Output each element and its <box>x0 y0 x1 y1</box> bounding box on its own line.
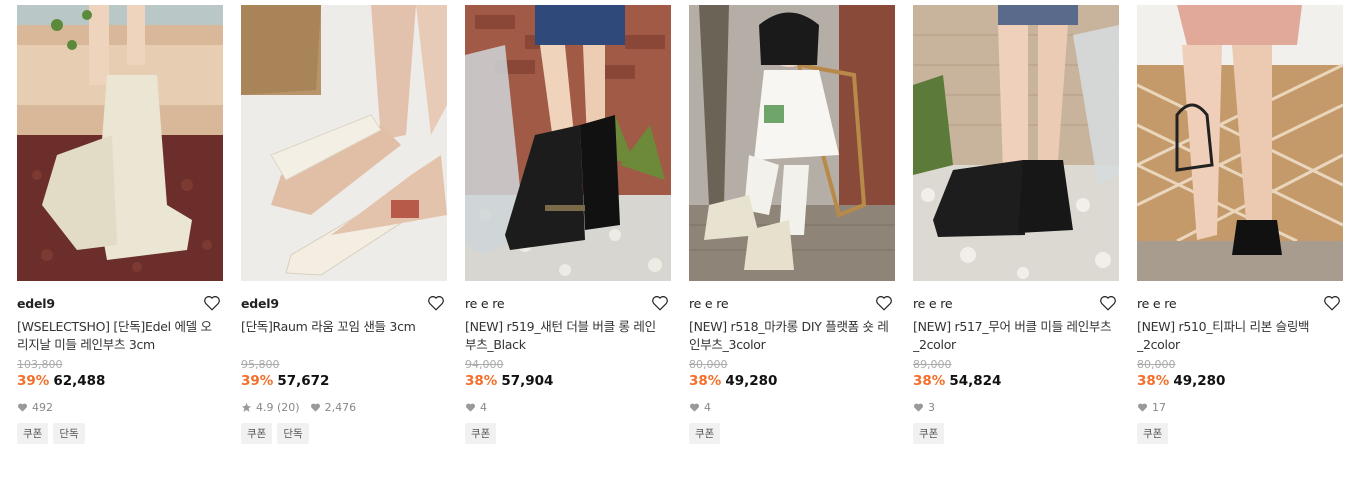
heart-filled-icon <box>310 403 320 412</box>
heart-filled-icon <box>1138 403 1147 412</box>
sale-price: 57,672 <box>277 373 330 389</box>
product-title[interactable]: [단독]Raum 라움 꼬임 샌들 3cm <box>241 318 441 354</box>
tag-list: 쿠폰 <box>465 423 671 444</box>
product-image[interactable] <box>465 5 671 281</box>
heart-filled-icon <box>18 403 27 412</box>
product-image[interactable] <box>689 5 895 281</box>
product-title[interactable]: [NEW] r517_무어 버클 미들 레인부츠 _2color <box>913 318 1113 354</box>
tag-list: 쿠폰 단독 <box>17 423 223 444</box>
coupon-tag: 쿠폰 <box>241 423 273 444</box>
discount-rate: 38% <box>913 373 946 389</box>
product-meta: 4.9 (20) 2,476 <box>241 399 447 415</box>
like-count: 3 <box>928 400 935 414</box>
heart-icon[interactable] <box>875 294 893 312</box>
tag-list: 쿠폰 <box>913 423 1119 444</box>
brand-row: re e re <box>465 293 671 313</box>
price-row: 39% 57,672 <box>241 373 447 393</box>
like-count: 4 <box>704 400 711 414</box>
product-image[interactable] <box>17 5 223 281</box>
coupon-tag: 쿠폰 <box>913 423 945 444</box>
heart-icon[interactable] <box>203 294 221 312</box>
discount-rate: 39% <box>17 373 50 389</box>
exclusive-tag: 단독 <box>53 423 85 444</box>
product-meta: 17 <box>1137 399 1343 415</box>
product-card[interactable]: re e re [NEW] r517_무어 버클 미들 레인부츠 _2color… <box>913 5 1119 444</box>
product-meta: 492 <box>17 399 223 415</box>
price-row: 38% 49,280 <box>1137 373 1343 393</box>
product-grid: edel9 [WSELECTSHO] [단독]Edel 에델 오리지날 미들 레… <box>0 0 1354 480</box>
product-card[interactable]: re e re [NEW] r510_티파니 리본 슬링백 _2color 80… <box>1137 5 1343 444</box>
brand-name[interactable]: edel9 <box>241 296 279 311</box>
discount-rate: 38% <box>465 373 498 389</box>
product-meta: 3 <box>913 399 1119 415</box>
product-title[interactable]: [NEW] r518_마카롱 DIY 플랫폼 숏 레인부츠_3color <box>689 318 889 354</box>
original-price: 80,000 <box>689 358 728 371</box>
sale-price: 49,280 <box>1173 373 1226 389</box>
heart-filled-icon <box>914 403 923 412</box>
like-count: 492 <box>32 400 53 414</box>
heart-icon[interactable] <box>1323 294 1341 312</box>
brand-row: edel9 <box>241 293 447 313</box>
discount-rate: 38% <box>689 373 722 389</box>
price-row: 39% 62,488 <box>17 373 223 393</box>
like-count: 2,476 <box>324 400 357 414</box>
price-row: 38% 54,824 <box>913 373 1119 393</box>
product-title[interactable]: [NEW] r510_티파니 리본 슬링백 _2color <box>1137 318 1337 354</box>
tag-list: 쿠폰 <box>1137 423 1343 444</box>
tag-list: 쿠폰 <box>689 423 895 444</box>
product-title[interactable]: [WSELECTSHO] [단독]Edel 에델 오리지날 미들 레인부츠 3c… <box>17 318 217 354</box>
brand-name[interactable]: re e re <box>689 296 729 311</box>
product-card[interactable]: re e re [NEW] r519_새턴 더블 버클 롱 레인부츠_Black… <box>465 5 671 444</box>
product-meta: 4 <box>689 399 895 415</box>
sale-price: 62,488 <box>53 373 106 389</box>
brand-row: re e re <box>1137 293 1343 313</box>
product-meta: 4 <box>465 399 671 415</box>
heart-icon[interactable] <box>651 294 669 312</box>
brand-row: re e re <box>913 293 1119 313</box>
brand-name[interactable]: re e re <box>913 296 953 311</box>
product-title[interactable]: [NEW] r519_새턴 더블 버클 롱 레인부츠_Black <box>465 318 665 354</box>
brand-row: edel9 <box>17 293 223 313</box>
coupon-tag: 쿠폰 <box>689 423 721 444</box>
like-count: 17 <box>1152 400 1166 414</box>
like-count: 4 <box>480 400 487 414</box>
heart-icon[interactable] <box>427 294 445 312</box>
product-card[interactable]: edel9 [단독]Raum 라움 꼬임 샌들 3cm 95,800 39% 57… <box>241 5 447 444</box>
rating: 4.9 (20) <box>256 400 300 414</box>
original-price: 94,000 <box>465 358 504 371</box>
star-icon <box>241 402 252 412</box>
original-price: 80,000 <box>1137 358 1176 371</box>
sale-price: 57,904 <box>501 373 554 389</box>
heart-filled-icon <box>466 403 475 412</box>
product-image[interactable] <box>1137 5 1343 281</box>
brand-name[interactable]: re e re <box>465 296 505 311</box>
brand-name[interactable]: re e re <box>1137 296 1177 311</box>
coupon-tag: 쿠폰 <box>1137 423 1169 444</box>
price-row: 38% 49,280 <box>689 373 895 393</box>
heart-icon[interactable] <box>1099 294 1117 312</box>
product-image[interactable] <box>913 5 1119 281</box>
sale-price: 54,824 <box>949 373 1002 389</box>
original-price: 89,000 <box>913 358 952 371</box>
discount-rate: 39% <box>241 373 274 389</box>
price-row: 38% 57,904 <box>465 373 671 393</box>
discount-rate: 38% <box>1137 373 1170 389</box>
coupon-tag: 쿠폰 <box>465 423 497 444</box>
brand-row: re e re <box>689 293 895 313</box>
exclusive-tag: 단독 <box>277 423 309 444</box>
original-price: 95,800 <box>241 358 280 371</box>
heart-filled-icon <box>690 403 699 412</box>
sale-price: 49,280 <box>725 373 778 389</box>
original-price: 103,800 <box>17 358 63 371</box>
product-card[interactable]: re e re [NEW] r518_마카롱 DIY 플랫폼 숏 레인부츠_3c… <box>689 5 895 444</box>
product-card[interactable]: edel9 [WSELECTSHO] [단독]Edel 에델 오리지날 미들 레… <box>17 5 223 444</box>
tag-list: 쿠폰 단독 <box>241 423 447 444</box>
brand-name[interactable]: edel9 <box>17 296 55 311</box>
coupon-tag: 쿠폰 <box>17 423 49 444</box>
product-image[interactable] <box>241 5 447 281</box>
